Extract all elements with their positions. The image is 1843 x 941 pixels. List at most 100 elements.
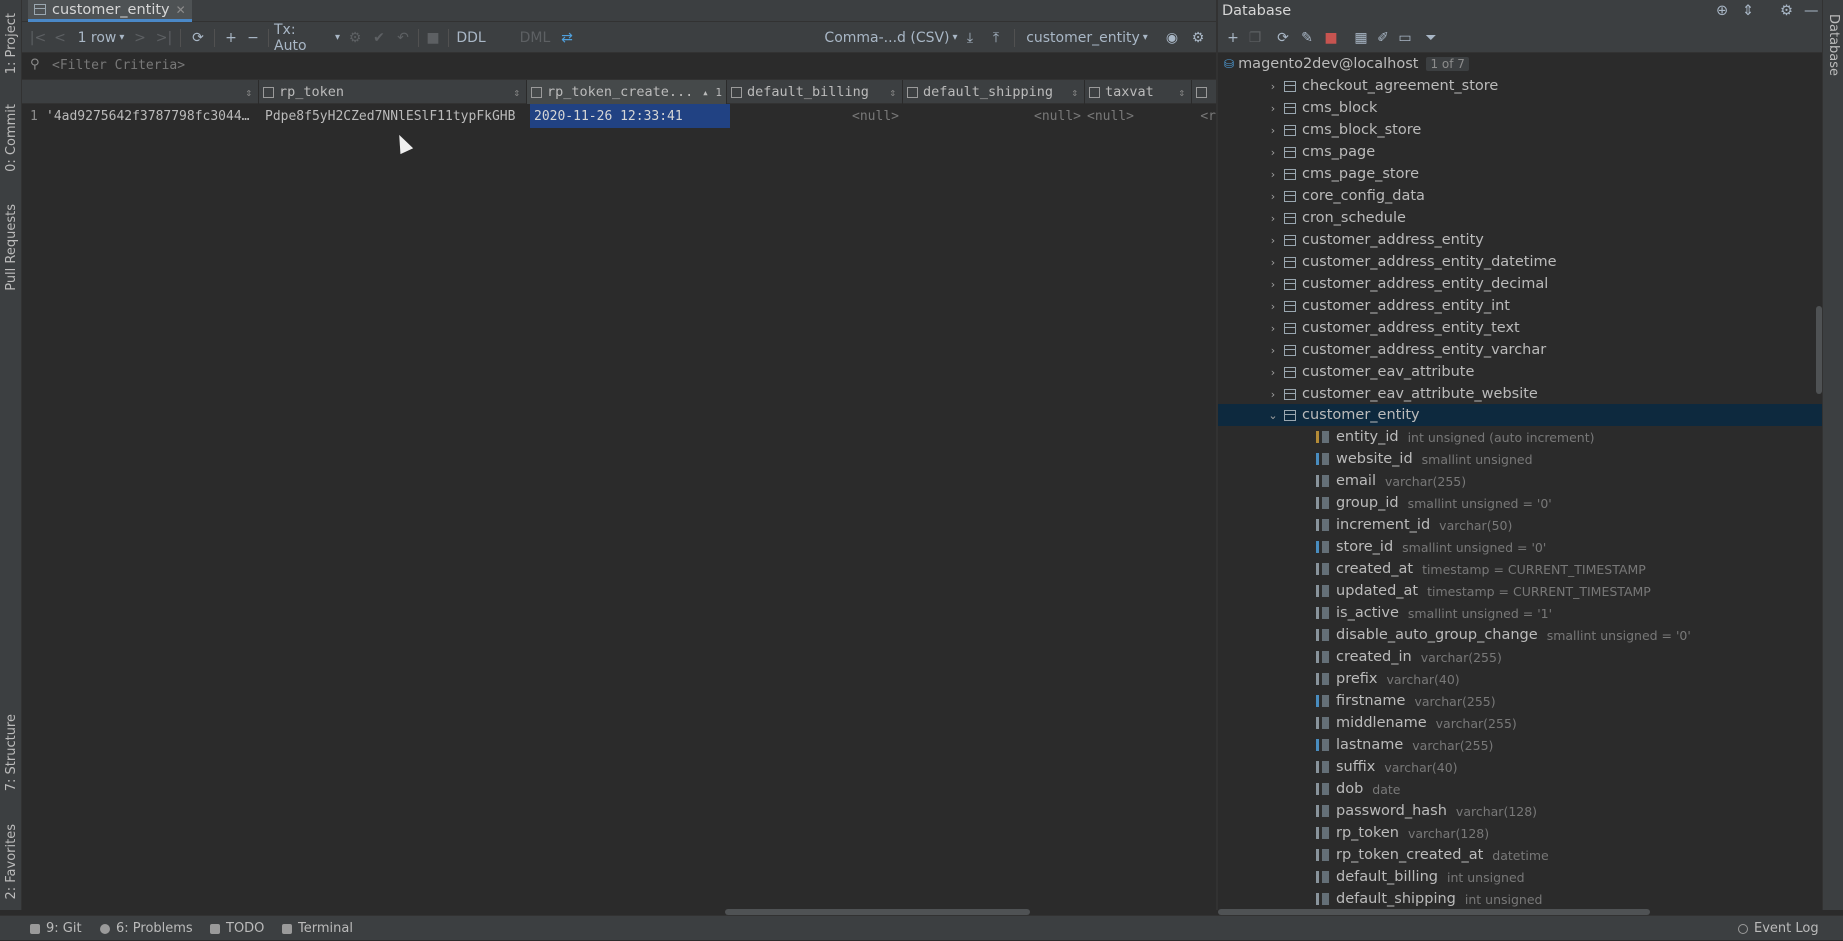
tree-table[interactable]: › cron_schedule <box>1218 207 1822 229</box>
minimize-icon[interactable]: — <box>1804 3 1819 19</box>
chevron-right-icon[interactable]: › <box>1266 190 1280 203</box>
sort-asc-icon[interactable]: ▴ 1 <box>702 86 722 99</box>
tree-table[interactable]: › cms_block_store <box>1218 119 1822 141</box>
commit-icon[interactable]: ✔ <box>370 22 388 53</box>
tree-column[interactable]: disable_auto_group_change smallint unsign… <box>1218 624 1822 646</box>
tree-column[interactable]: is_active smallint unsigned = '1' <box>1218 602 1822 624</box>
tree-column[interactable]: dob date <box>1218 778 1822 800</box>
tree-table-customer-entity[interactable]: ⌄ customer_entity <box>1218 404 1822 426</box>
tree-column[interactable]: entity_id int unsigned (auto increment) <box>1218 426 1822 448</box>
tree-table[interactable]: › customer_address_entity_int <box>1218 295 1822 317</box>
tree-column[interactable]: default_shipping int unsigned <box>1218 888 1822 910</box>
table-view-icon[interactable]: ▦ <box>1352 22 1370 53</box>
stop-icon[interactable]: ■ <box>424 22 442 53</box>
tx-mode-dropdown[interactable]: Tx: Auto ▾ <box>274 22 340 54</box>
chevron-right-icon[interactable]: › <box>1266 388 1280 401</box>
refresh-icon[interactable]: ⟳ <box>1274 22 1292 53</box>
tree-table[interactable]: › customer_address_entity_decimal <box>1218 273 1822 295</box>
event-log-button[interactable]: Event Log <box>1738 916 1819 941</box>
tree-table[interactable]: › core_config_data <box>1218 185 1822 207</box>
tab-favorites[interactable]: 2: Favorites <box>0 818 22 906</box>
tree-connection[interactable]: ⛁ magento2dev@localhost 1 of 7 <box>1218 53 1822 75</box>
chevron-right-icon[interactable]: › <box>1266 366 1280 379</box>
tree-column[interactable]: rp_token_created_at datetime <box>1218 844 1822 866</box>
filter-bar[interactable]: ⚲ <Filter Criteria> <box>22 53 1216 80</box>
table-cell[interactable]: <null> <box>727 104 903 128</box>
todo-tool-button[interactable]: TODO <box>210 916 264 941</box>
add-icon[interactable]: + <box>1224 22 1242 53</box>
chevron-right-icon[interactable]: › <box>1266 344 1280 357</box>
tree-table[interactable]: › customer_address_entity_text <box>1218 317 1822 339</box>
tree-table[interactable]: › cms_block <box>1218 97 1822 119</box>
remove-row-icon[interactable]: − <box>244 22 262 53</box>
export-format-dropdown[interactable]: Comma-...d (CSV) ▾ <box>824 22 958 53</box>
gear-icon[interactable]: ⚙ <box>1188 22 1208 53</box>
export-icon[interactable]: ⤓ <box>960 22 980 53</box>
filter-icon[interactable]: ⏷ <box>1422 22 1440 53</box>
table-cell[interactable]: '4ad9275642f3787798fc3044… <box>42 104 259 128</box>
chevron-right-icon[interactable]: › <box>1266 124 1280 137</box>
tree-table[interactable]: › checkout_agreement_store <box>1218 75 1822 97</box>
prev-page-icon[interactable]: < <box>52 22 68 53</box>
vertical-scrollbar[interactable] <box>1816 306 1822 394</box>
console-icon[interactable]: ▭ <box>1396 22 1414 53</box>
tree-column[interactable]: created_in varchar(255) <box>1218 646 1822 668</box>
tree-table[interactable]: › customer_address_entity_varchar <box>1218 339 1822 361</box>
chevron-right-icon[interactable]: › <box>1266 234 1280 247</box>
tree-column[interactable]: password_hash varchar(128) <box>1218 800 1822 822</box>
tx-settings-icon[interactable]: ⚙ <box>346 22 364 53</box>
tab-commit[interactable]: 0: Commit <box>0 96 22 180</box>
table-cell[interactable]: <null> <box>1085 104 1192 128</box>
tree-column[interactable]: lastname varchar(255) <box>1218 734 1822 756</box>
table-cell[interactable]: <null> <box>903 104 1085 128</box>
add-row-icon[interactable]: + <box>222 22 240 53</box>
tree-column[interactable]: group_id smallint unsigned = '0' <box>1218 492 1822 514</box>
sort-icon[interactable]: ⇕ <box>245 86 252 99</box>
gear-icon[interactable]: ⚙ <box>1780 3 1793 19</box>
locate-icon[interactable]: ⊕ <box>1716 3 1728 19</box>
git-tool-button[interactable]: 9: Git <box>30 916 82 941</box>
tree-column[interactable]: prefix varchar(40) <box>1218 668 1822 690</box>
table-cell-selected[interactable]: 2020-11-26 12:33:41 <box>530 104 730 128</box>
compare-icon[interactable]: ⇄ <box>558 22 576 53</box>
column-header-rp-token-created-at[interactable]: rp_token_create... ▴ 1 <box>527 80 727 104</box>
row-count-dropdown[interactable]: 1 row ▾ <box>74 22 128 53</box>
chevron-down-icon[interactable]: ⌄ <box>1266 409 1280 422</box>
chevron-right-icon[interactable]: › <box>1266 300 1280 313</box>
table-cell[interactable]: Pdpe8f5yH2CZed7NNlESlF11typFkGHB <box>259 104 527 128</box>
first-page-icon[interactable]: |< <box>28 22 48 53</box>
schema-badge[interactable]: 1 of 7 <box>1426 57 1469 71</box>
view-icon[interactable]: ◉ <box>1162 22 1182 53</box>
tree-column[interactable]: updated_at timestamp = CURRENT_TIMESTAMP <box>1218 580 1822 602</box>
stop-icon[interactable]: ■ <box>1322 22 1340 53</box>
rollback-icon[interactable]: ↶ <box>394 22 412 53</box>
tree-column[interactable]: store_id smallint unsigned = '0' <box>1218 536 1822 558</box>
dml-button[interactable]: DML <box>518 22 552 53</box>
tree-column[interactable]: suffix varchar(40) <box>1218 756 1822 778</box>
column-header-taxvat[interactable]: taxvat ⇕ <box>1085 80 1192 104</box>
table-selector-dropdown[interactable]: customer_entity ▾ <box>1020 22 1154 53</box>
tree-column[interactable]: middlename varchar(255) <box>1218 712 1822 734</box>
sort-icon[interactable]: ⇕ <box>513 86 520 99</box>
import-icon[interactable]: ⤒ <box>986 22 1006 53</box>
refresh-icon[interactable]: ⟳ <box>188 22 208 53</box>
last-page-icon[interactable]: >| <box>154 22 174 53</box>
editor-tab-customer-entity[interactable]: customer_entity ✕ <box>28 0 192 22</box>
column-header[interactable] <box>1192 80 1216 104</box>
sort-icon[interactable]: ⇕ <box>1071 86 1078 99</box>
schema-icon[interactable]: ✎ <box>1298 22 1316 53</box>
tab-database[interactable]: Database <box>1823 8 1843 82</box>
chevron-right-icon[interactable]: › <box>1266 146 1280 159</box>
chevron-right-icon[interactable]: › <box>1266 102 1280 115</box>
chevron-right-icon[interactable]: › <box>1266 80 1280 93</box>
tree-column[interactable]: email varchar(255) <box>1218 470 1822 492</box>
tree-table[interactable]: › customer_address_entity <box>1218 229 1822 251</box>
column-header-default-billing[interactable]: default_billing ⇕ <box>727 80 903 104</box>
duplicate-icon[interactable]: ❐ <box>1246 22 1264 53</box>
tree-column[interactable]: default_billing int unsigned <box>1218 866 1822 888</box>
terminal-tool-button[interactable]: Terminal <box>282 916 353 941</box>
close-icon[interactable]: ✕ <box>176 3 186 17</box>
sort-icon[interactable]: ⇕ <box>1178 86 1185 99</box>
tree-table[interactable]: › customer_address_entity_datetime <box>1218 251 1822 273</box>
edit-icon[interactable]: ✐ <box>1374 22 1392 53</box>
